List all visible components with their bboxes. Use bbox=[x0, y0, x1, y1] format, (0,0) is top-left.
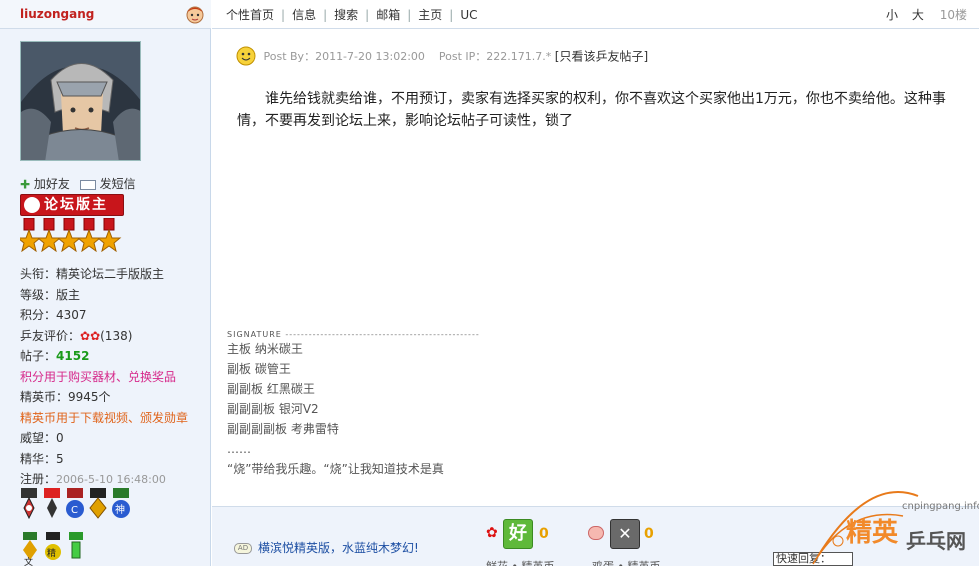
info-row-coins: 精英币：9945个 bbox=[20, 390, 111, 404]
flower-icon: ✿✿ bbox=[80, 328, 101, 343]
mail-icon bbox=[79, 179, 96, 190]
user-sidebar: liuzongang ✚ 加好友 发短信 论坛版主 头衔：精英论坛二手版版主 等… bbox=[0, 0, 211, 566]
info-row-points: 积分：4307 bbox=[20, 308, 87, 322]
medal-icon: 文 bbox=[23, 532, 37, 566]
rank-star-icon bbox=[56, 228, 82, 252]
medal-icon bbox=[69, 532, 83, 559]
signature-line: “烧”带给我乐趣。“烧”让我知道技术是真 bbox=[227, 462, 444, 476]
top-navigation: 个性首页 | 信息 | 搜索 | 邮箱 | 主页 | UC 小 大 10楼 bbox=[212, 0, 979, 29]
medal-icon bbox=[44, 488, 60, 518]
nav-search[interactable]: 搜索 bbox=[334, 8, 358, 22]
rank-star-icon bbox=[76, 228, 102, 252]
info-row-points-note[interactable]: 积分用于购买器材、兑换奖品 bbox=[20, 367, 205, 388]
svg-text:精英: 精英 bbox=[846, 518, 899, 548]
smiley-icon bbox=[236, 46, 256, 66]
rank-star-icon bbox=[36, 228, 62, 252]
info-row-rating: 乒友评价：✿✿(138) bbox=[20, 328, 133, 343]
nav-messages[interactable]: 信息 bbox=[292, 8, 316, 22]
post-time-ip: Post By：2011-7-20 13:02:00 Post IP：222.1… bbox=[263, 50, 552, 63]
info-row-coins-note[interactable]: 精英币用于下载视频、颁发勋章 bbox=[20, 408, 205, 429]
medal-icon: C bbox=[66, 488, 84, 518]
signature-line: 副副副板 银河V2 bbox=[227, 402, 319, 416]
avatar bbox=[20, 41, 141, 161]
floor-number: 10楼 bbox=[939, 8, 967, 22]
medal-icon bbox=[89, 488, 107, 519]
nav-homepage[interactable]: 主页 bbox=[418, 8, 442, 22]
rank-star-icon bbox=[20, 228, 42, 252]
user-face-icon bbox=[186, 6, 204, 24]
watermark-url: cnpingpang.info bbox=[902, 501, 979, 512]
signature-line: 主板 纳米碳王 bbox=[227, 342, 303, 356]
bad-sub: 鸡蛋 • 精英币 bbox=[592, 518, 692, 566]
post-body: 谁先给钱就卖给谁，不用预订，卖家有选择买家的权利，你不喜欢这个买家他出1万元，你… bbox=[237, 91, 946, 129]
signature-line: 副副板 红黑碳王 bbox=[227, 382, 315, 396]
svg-text:神: 神 bbox=[115, 503, 125, 516]
font-large-button[interactable]: 大 bbox=[912, 8, 924, 22]
ad-tag: AD bbox=[234, 543, 252, 554]
svg-text:C: C bbox=[71, 505, 78, 516]
username-link[interactable]: liuzongang bbox=[20, 7, 94, 21]
info-row-posts: 帖子：4152 bbox=[20, 349, 90, 363]
svg-text:文: 文 bbox=[24, 556, 33, 566]
moderator-badge: 论坛版主 bbox=[20, 194, 124, 216]
good-sub: 鲜花 • 精英币 bbox=[486, 518, 586, 566]
user-info: 头衔：精英论坛二手版版主 等级：版主 积分：4307 乒友评价：✿✿(138) … bbox=[20, 264, 205, 490]
post-meta: Post By：2011-7-20 13:02:00 Post IP：222.1… bbox=[236, 46, 648, 66]
svg-text:乒乓网: 乒乓网 bbox=[906, 529, 966, 553]
ad-link[interactable]: AD 横滨悦精英版，水蓝纯木梦幻! bbox=[234, 539, 419, 556]
signature: SIGNATURE ------------------------------… bbox=[227, 330, 647, 479]
nav-mailbox[interactable]: 邮箱 bbox=[376, 8, 400, 22]
medal-icon: 精 bbox=[45, 532, 61, 560]
nav-links: 个性首页 | 信息 | 搜索 | 邮箱 | 主页 | UC bbox=[226, 8, 478, 22]
font-small-button[interactable]: 小 bbox=[886, 8, 898, 22]
medal-icon: 神 bbox=[112, 488, 130, 518]
nav-profile-home[interactable]: 个性首页 bbox=[226, 8, 274, 22]
send-message-link[interactable]: 发短信 bbox=[100, 177, 136, 191]
rank-star-icon bbox=[96, 228, 122, 252]
info-row-title: 头衔：精英论坛二手版版主 bbox=[20, 267, 165, 281]
badge-emblem-icon bbox=[24, 197, 40, 213]
info-row-essence: 精华：5 bbox=[20, 451, 64, 466]
add-friend-link[interactable]: 加好友 bbox=[34, 177, 70, 191]
signature-label: SIGNATURE ------------------------------… bbox=[227, 330, 480, 339]
medals: C 神 文 精 bbox=[21, 488, 130, 566]
font-size-controls: 小 大 10楼 bbox=[886, 6, 967, 23]
user-actions: ✚ 加好友 发短信 bbox=[20, 175, 136, 192]
only-author-link[interactable]: [只看该乒友帖子] bbox=[555, 50, 648, 64]
rank-stars bbox=[20, 218, 122, 252]
signature-line: …… bbox=[227, 442, 251, 456]
nav-uc[interactable]: UC bbox=[460, 8, 477, 22]
info-row-level: 等级：版主 bbox=[20, 287, 81, 302]
svg-text:精: 精 bbox=[47, 547, 56, 559]
signature-line: 副副副副板 考弗雷特 bbox=[227, 422, 339, 436]
medal-icon bbox=[21, 488, 37, 520]
info-row-prestige: 威望：0 bbox=[20, 431, 64, 445]
signature-line: 副板 碳管王 bbox=[227, 362, 291, 376]
site-watermark-logo: 精英 乒乓网 bbox=[812, 491, 966, 565]
add-friend-icon: ✚ bbox=[20, 177, 31, 192]
